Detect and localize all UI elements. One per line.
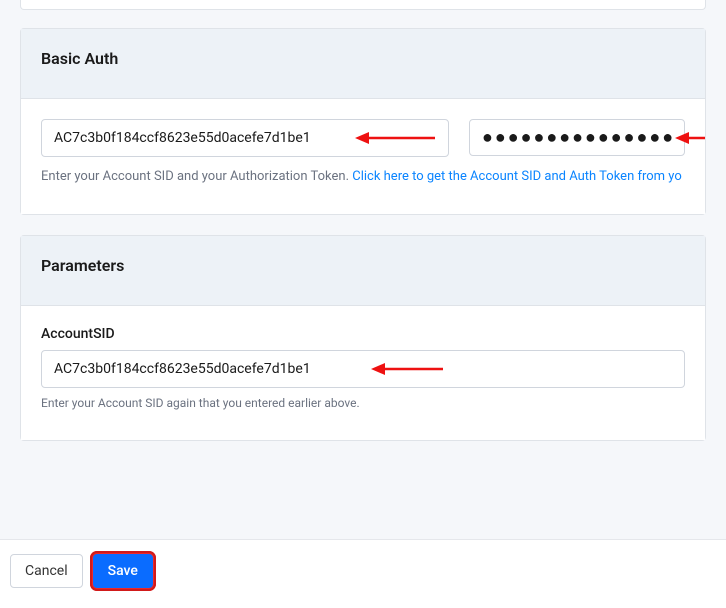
account-sid-param-wrap	[41, 350, 685, 388]
auth-token-field-wrap	[469, 119, 685, 157]
basic-auth-body: Enter your Account SID and your Authoriz…	[21, 99, 705, 214]
basic-auth-title: Basic Auth	[41, 49, 685, 68]
get-credentials-link[interactable]: Click here to get the Account SID and Au…	[352, 169, 682, 184]
basic-auth-helper-text: Enter your Account SID and your Authoriz…	[41, 169, 352, 184]
account-sid-param-input[interactable]	[41, 350, 685, 388]
cancel-button[interactable]: Cancel	[10, 554, 83, 588]
account-sid-param-helper: Enter your Account SID again that you en…	[41, 396, 685, 410]
account-sid-param-label: AccountSID	[41, 326, 685, 342]
basic-auth-helper: Enter your Account SID and your Authoriz…	[41, 169, 685, 184]
basic-auth-header: Basic Auth	[21, 29, 705, 99]
account-sid-field-wrap	[41, 119, 449, 157]
account-sid-input[interactable]	[41, 119, 449, 157]
parameters-card: Parameters AccountSID Enter your Account…	[20, 235, 706, 441]
parameters-title: Parameters	[41, 256, 685, 275]
parameters-body: AccountSID Enter your Account SID again …	[21, 306, 705, 440]
footer-bar: Cancel Save	[0, 539, 726, 608]
parameters-header: Parameters	[21, 236, 705, 306]
basic-auth-card: Basic Auth	[20, 28, 706, 215]
save-button[interactable]: Save	[93, 554, 153, 588]
previous-card-bottom	[20, 0, 706, 10]
basic-auth-row	[41, 119, 685, 157]
auth-token-input[interactable]	[469, 119, 685, 156]
